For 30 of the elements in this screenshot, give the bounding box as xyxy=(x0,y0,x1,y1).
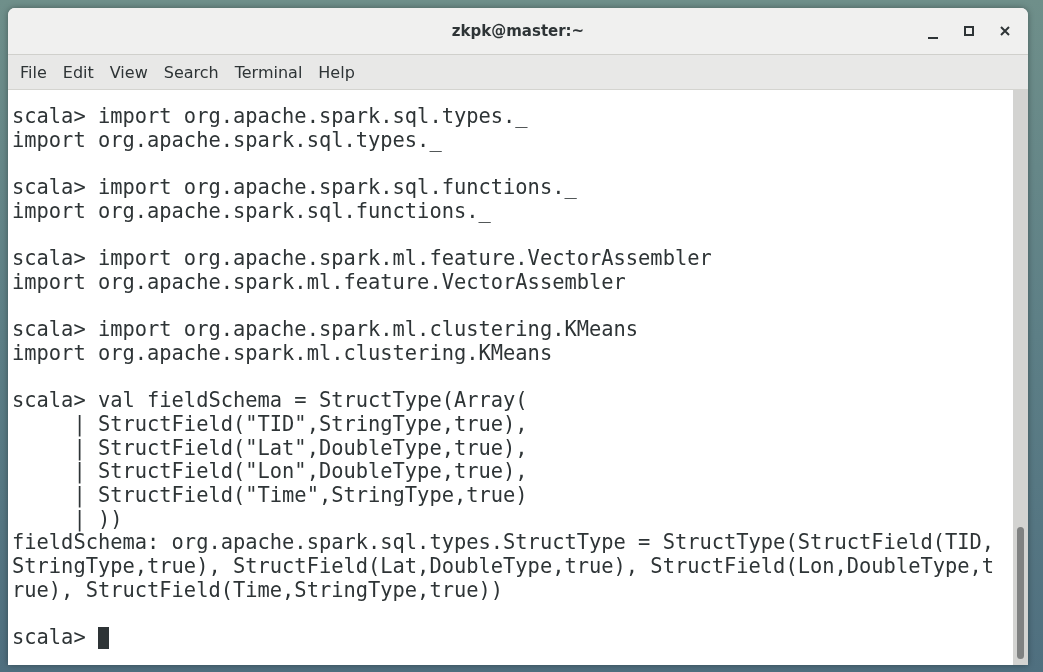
terminal-line: scala> import org.apache.spark.ml.feature.VectorAssembler xyxy=(12,247,712,271)
maximize-icon xyxy=(964,26,974,36)
terminal-line: import org.apache.spark.sql.functions._ xyxy=(12,199,491,224)
minimize-icon xyxy=(928,37,938,39)
scrollbar[interactable] xyxy=(1013,90,1028,665)
close-icon xyxy=(1000,26,1010,36)
terminal-line: scala> val fieldSchema = StructType(Array( xyxy=(12,389,528,413)
terminal-line: fieldSchema: org.apache.spark.sql.types.StructType = StructType(StructField(TID, xyxy=(12,531,995,556)
menu-item[interactable]: Terminal xyxy=(226,58,311,86)
menu-item[interactable]: Search xyxy=(155,58,227,86)
terminal-line: rue), StructField(Time,StringType,true)) xyxy=(12,578,504,603)
terminal-line: | StructField("Lat",DoubleType,true), xyxy=(72,436,528,461)
terminal-line: import org.apache.spark.ml.clustering.KMeans xyxy=(12,341,553,366)
menu-item[interactable]: Help xyxy=(310,58,363,86)
terminal-line: | )) xyxy=(72,507,123,532)
terminal-line: scala> import org.apache.spark.sql.functions._ xyxy=(12,176,577,200)
terminal-line: scala> import org.apache.spark.sql.types._ xyxy=(12,105,528,129)
terminal-line: | StructField("Time",StringType,true) xyxy=(72,484,528,508)
terminal-line: | StructField("Lon",DoubleType,true), xyxy=(72,460,528,484)
menu-item[interactable]: File xyxy=(12,58,55,86)
window-title: zkpk@master:~ xyxy=(451,22,585,40)
terminal-line: StringType,true), StructField(Lat,DoubleType,true), StructField(Lon,DoubleType,t xyxy=(12,555,995,579)
scrollbar-thumb[interactable] xyxy=(1017,527,1024,659)
terminal-line: import org.apache.spark.ml.feature.VectorAssembler xyxy=(12,270,626,295)
terminal-line: scala> xyxy=(12,626,87,650)
terminal-line: scala> import org.apache.spark.ml.clustering.KMeans xyxy=(12,318,639,342)
terminal-line: import org.apache.spark.sql.types._ xyxy=(12,128,442,153)
terminal-line: | StructField("TID",StringType,true), xyxy=(72,412,528,437)
menu-item[interactable]: Edit xyxy=(54,58,102,86)
menu-item[interactable]: View xyxy=(101,58,156,86)
